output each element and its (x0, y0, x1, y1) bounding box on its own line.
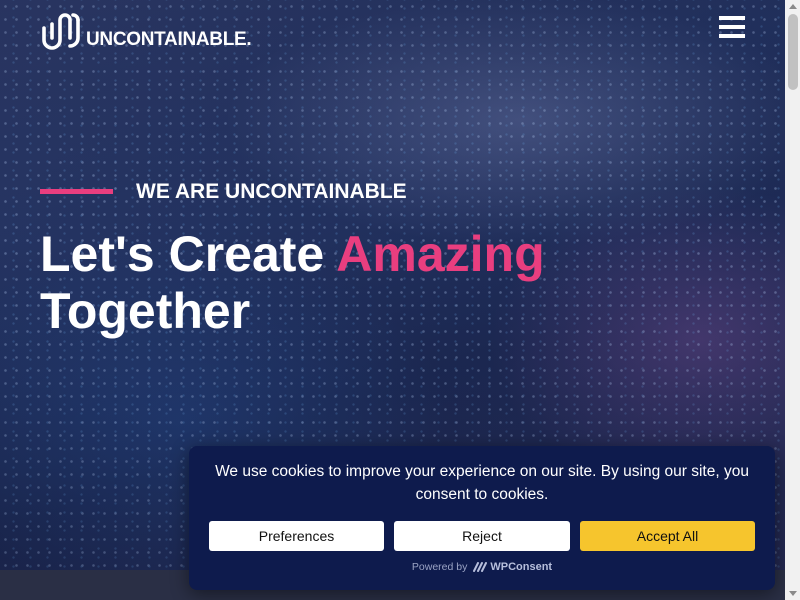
logo-text: UNCONTAINABLE. (86, 29, 252, 50)
headline-accent: Amazing (336, 226, 545, 282)
cookie-banner: We use cookies to improve your experienc… (189, 446, 775, 590)
hamburger-menu-icon[interactable] (719, 16, 745, 40)
reject-button[interactable]: Reject (394, 521, 570, 551)
cookie-message: We use cookies to improve your experienc… (215, 463, 749, 503)
preferences-button[interactable]: Preferences (209, 521, 384, 551)
scroll-up-icon[interactable] (789, 4, 797, 9)
menu-bar (719, 16, 745, 20)
scrollbar-thumb[interactable] (788, 14, 798, 90)
logo-mark-icon (42, 13, 80, 50)
site-logo[interactable]: UNCONTAINABLE. (40, 10, 252, 50)
hero-headline: Let's Create Amazing Together (40, 226, 545, 340)
menu-bar (719, 25, 745, 29)
wpconsent-link[interactable]: WPConsent (473, 561, 552, 573)
powered-by-label: Powered by (411, 561, 468, 573)
accept-all-button[interactable]: Accept All (580, 521, 755, 551)
powered-by: Powered by WPConsent (189, 561, 775, 573)
eyebrow-accent-line (40, 189, 113, 194)
menu-bar (719, 34, 745, 38)
scroll-down-icon[interactable] (789, 591, 797, 596)
hero-eyebrow: WE ARE UNCONTAINABLE (136, 180, 407, 203)
headline-part-2: Together (40, 283, 251, 339)
headline-part-1: Let's Create (40, 226, 337, 282)
wpconsent-brand: WPConsent (490, 561, 553, 573)
wpconsent-logo-icon (473, 562, 488, 572)
page-scrollbar[interactable] (785, 0, 800, 600)
